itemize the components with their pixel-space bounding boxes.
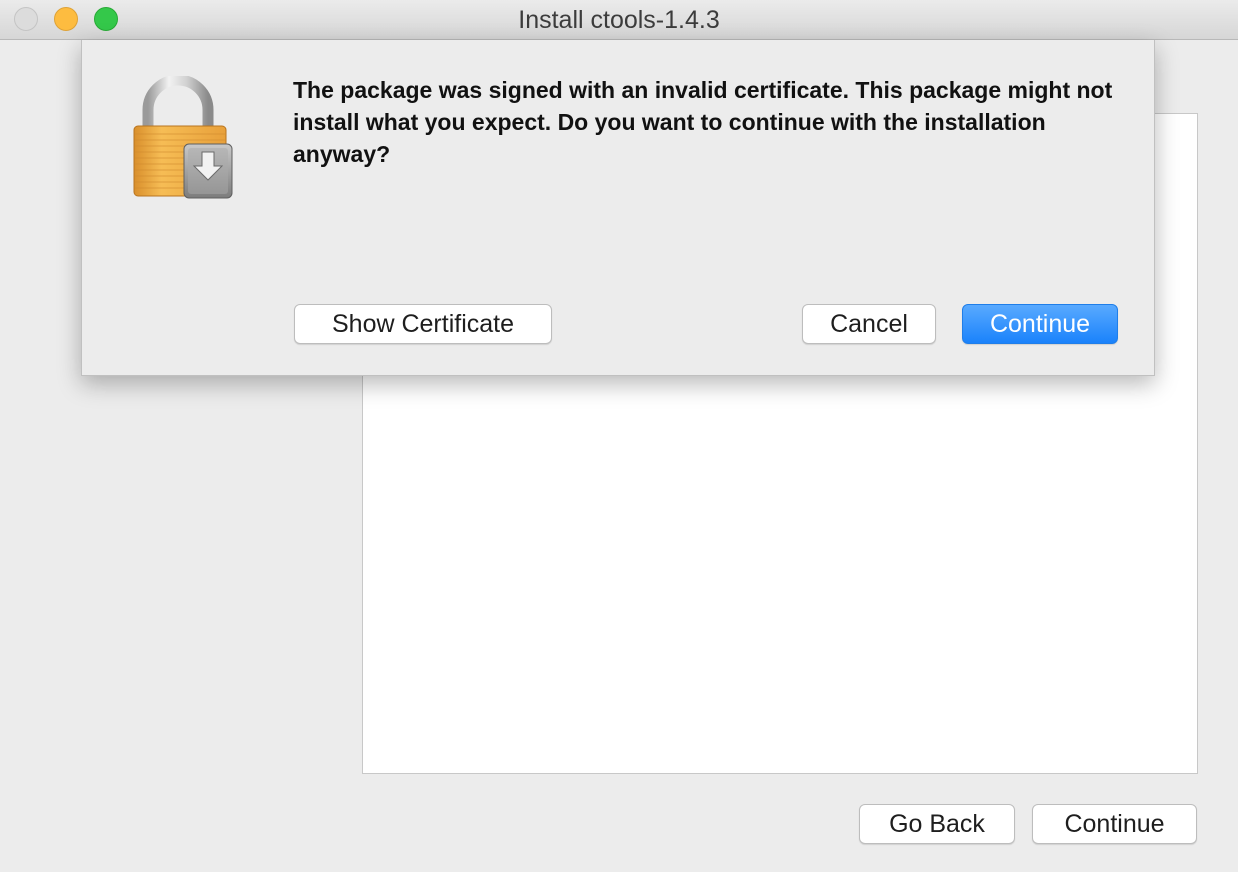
locked-package-icon: [133, 76, 233, 199]
certificate-warning-sheet: The package was signed with an invalid c…: [81, 40, 1155, 376]
footer-continue-button[interactable]: Continue: [1032, 804, 1197, 844]
window-title: Install ctools-1.4.3: [518, 6, 720, 34]
warning-message: The package was signed with an invalid c…: [293, 77, 1113, 167]
go-back-button[interactable]: Go Back: [859, 804, 1015, 844]
installer-window: Install ctools-1.4.3 Go Back Continue Th…: [0, 0, 1238, 872]
title-bar: Install ctools-1.4.3: [0, 0, 1238, 40]
show-certificate-button[interactable]: Show Certificate: [294, 304, 552, 344]
cancel-button[interactable]: Cancel: [802, 304, 936, 344]
continue-button[interactable]: Continue: [962, 304, 1118, 344]
